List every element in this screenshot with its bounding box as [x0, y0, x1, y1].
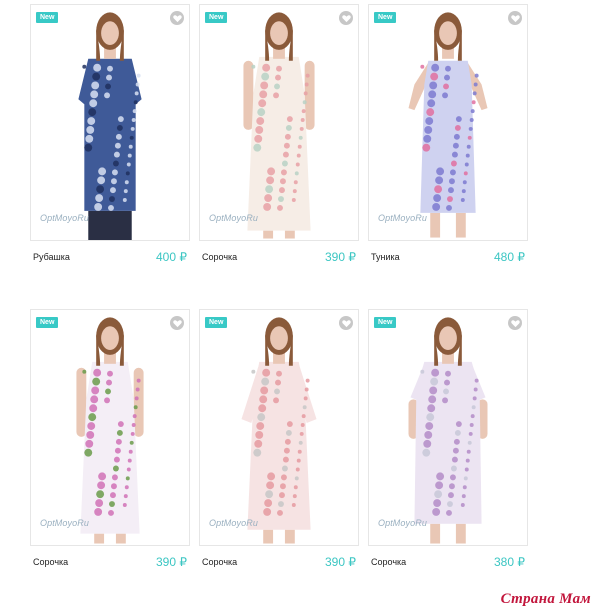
- brand-logo: OptMoyoRu: [40, 213, 89, 223]
- product-name[interactable]: Сорочка: [33, 557, 68, 567]
- favorite-heart-icon[interactable]: [170, 11, 184, 25]
- product-price: 390 ₽: [325, 555, 356, 569]
- favorite-heart-icon[interactable]: [339, 11, 353, 25]
- product-card[interactable]: New OptMoyoRu: [368, 309, 528, 546]
- new-badge: New: [374, 12, 397, 23]
- product-name[interactable]: Сорочка: [371, 557, 406, 567]
- new-badge: New: [36, 12, 59, 23]
- product-photo[interactable]: [200, 5, 358, 240]
- favorite-heart-icon[interactable]: [170, 316, 184, 330]
- product-grid: New OptMoyoRu Рубашка 400 ₽ New OptMoyoRu С…: [0, 0, 597, 610]
- product-name[interactable]: Сорочка: [202, 557, 237, 567]
- new-badge: New: [374, 317, 397, 328]
- brand-logo: OptMoyoRu: [209, 213, 258, 223]
- favorite-heart-icon[interactable]: [339, 316, 353, 330]
- brand-logo: OptMoyoRu: [378, 518, 427, 528]
- product-card[interactable]: New OptMoyoRu: [368, 4, 528, 241]
- product-photo[interactable]: [369, 5, 527, 240]
- brand-logo: OptMoyoRu: [40, 518, 89, 528]
- product-price: 390 ₽: [156, 555, 187, 569]
- product-card[interactable]: New OptMoyoRu: [30, 309, 190, 546]
- product-card[interactable]: New OptMoyoRu: [30, 4, 190, 241]
- product-photo[interactable]: [31, 310, 189, 545]
- brand-logo: OptMoyoRu: [209, 518, 258, 528]
- product-card[interactable]: New OptMoyoRu: [199, 4, 359, 241]
- product-photo[interactable]: [369, 310, 527, 545]
- new-badge: New: [205, 12, 228, 23]
- product-name[interactable]: Рубашка: [33, 252, 70, 262]
- product-price: 400 ₽: [156, 250, 187, 264]
- new-badge: New: [205, 317, 228, 328]
- product-name[interactable]: Туника: [371, 252, 400, 262]
- product-price: 390 ₽: [325, 250, 356, 264]
- brand-logo: OptMoyoRu: [378, 213, 427, 223]
- product-price: 380 ₽: [494, 555, 525, 569]
- favorite-heart-icon[interactable]: [508, 11, 522, 25]
- product-photo[interactable]: [200, 310, 358, 545]
- product-price: 480 ₽: [494, 250, 525, 264]
- new-badge: New: [36, 317, 59, 328]
- product-name[interactable]: Сорочка: [202, 252, 237, 262]
- favorite-heart-icon[interactable]: [508, 316, 522, 330]
- site-watermark: Страна Мам: [500, 591, 591, 607]
- product-photo[interactable]: [31, 5, 189, 240]
- product-card[interactable]: New OptMoyoRu: [199, 309, 359, 546]
